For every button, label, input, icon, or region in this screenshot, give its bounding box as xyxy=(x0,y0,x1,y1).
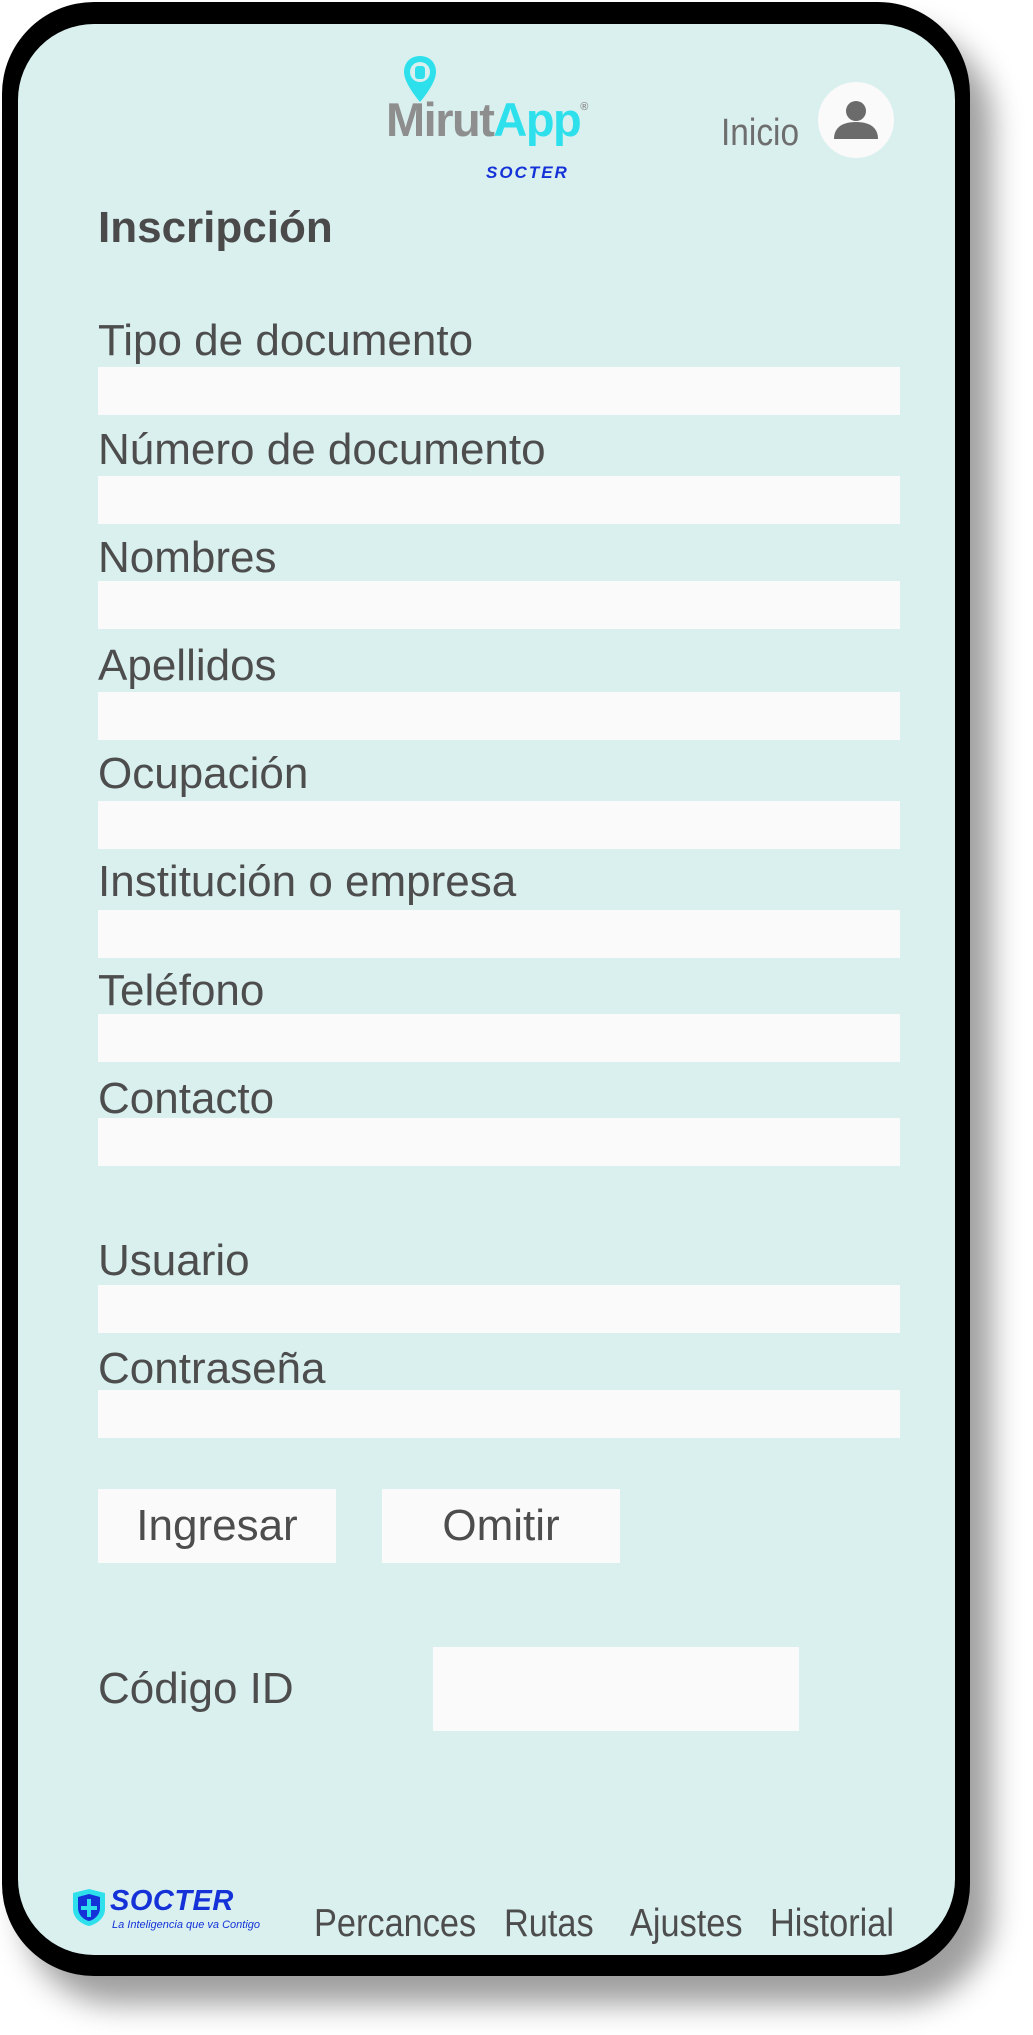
page-title: Inscripción xyxy=(98,203,333,252)
contacto-input[interactable] xyxy=(98,1118,900,1166)
contrasena-input[interactable] xyxy=(98,1390,900,1438)
label-apellidos: Apellidos xyxy=(98,641,277,690)
app-screen: MirutApp® SOCTER Inicio Inscripción Tipo… xyxy=(18,24,955,1955)
label-codigo-id: Código ID xyxy=(98,1664,294,1713)
inicio-link[interactable]: Inicio xyxy=(721,114,799,152)
nav-rutas[interactable]: Rutas xyxy=(504,1904,594,1943)
socter-emblem-icon xyxy=(73,1889,105,1926)
codigo-id-input[interactable] xyxy=(433,1647,799,1731)
institucion-input[interactable] xyxy=(98,910,900,958)
label-ocupacion: Ocupación xyxy=(98,749,309,798)
nav-historial[interactable]: Historial xyxy=(770,1904,894,1943)
mirutapp-logo: MirutApp® SOCTER xyxy=(386,54,606,189)
ingresar-button[interactable]: Ingresar xyxy=(98,1489,336,1563)
profile-avatar-button[interactable] xyxy=(818,82,894,158)
user-icon xyxy=(834,101,878,139)
brand-name: SOCTER xyxy=(110,1885,234,1917)
label-nombres: Nombres xyxy=(98,533,277,582)
ocupacion-input[interactable] xyxy=(98,801,900,849)
numero-documento-input[interactable] xyxy=(98,476,900,524)
label-tipo-documento: Tipo de documento xyxy=(98,316,474,365)
logo-main-text: Mirut xyxy=(386,93,495,146)
label-contrasena: Contraseña xyxy=(98,1344,326,1393)
label-numero-documento: Número de documento xyxy=(98,425,546,474)
omitir-button[interactable]: Omitir xyxy=(382,1489,620,1563)
logo-accent-text: App xyxy=(493,93,581,146)
label-usuario: Usuario xyxy=(98,1236,250,1285)
logo-subtitle: SOCTER xyxy=(486,163,569,182)
nav-ajustes[interactable]: Ajustes xyxy=(630,1904,743,1943)
registered-mark: ® xyxy=(580,101,588,113)
apellidos-input[interactable] xyxy=(98,692,900,740)
phone-frame: MirutApp® SOCTER Inicio Inscripción Tipo… xyxy=(2,2,970,1976)
telefono-input[interactable] xyxy=(98,1014,900,1062)
logo-wordmark: MirutApp® xyxy=(386,93,588,146)
label-telefono: Teléfono xyxy=(98,966,265,1015)
label-contacto: Contacto xyxy=(98,1074,275,1123)
usuario-input[interactable] xyxy=(98,1285,900,1333)
nombres-input[interactable] xyxy=(98,581,900,629)
tipo-documento-input[interactable] xyxy=(98,367,900,415)
label-institucion: Institución o empresa xyxy=(98,857,517,906)
brand-tagline: La Inteligencia que va Contigo xyxy=(112,1919,260,1931)
nav-percances[interactable]: Percances xyxy=(314,1904,476,1943)
socter-brand-logo: SOCTER La Inteligencia que va Contigo xyxy=(70,1887,270,1937)
